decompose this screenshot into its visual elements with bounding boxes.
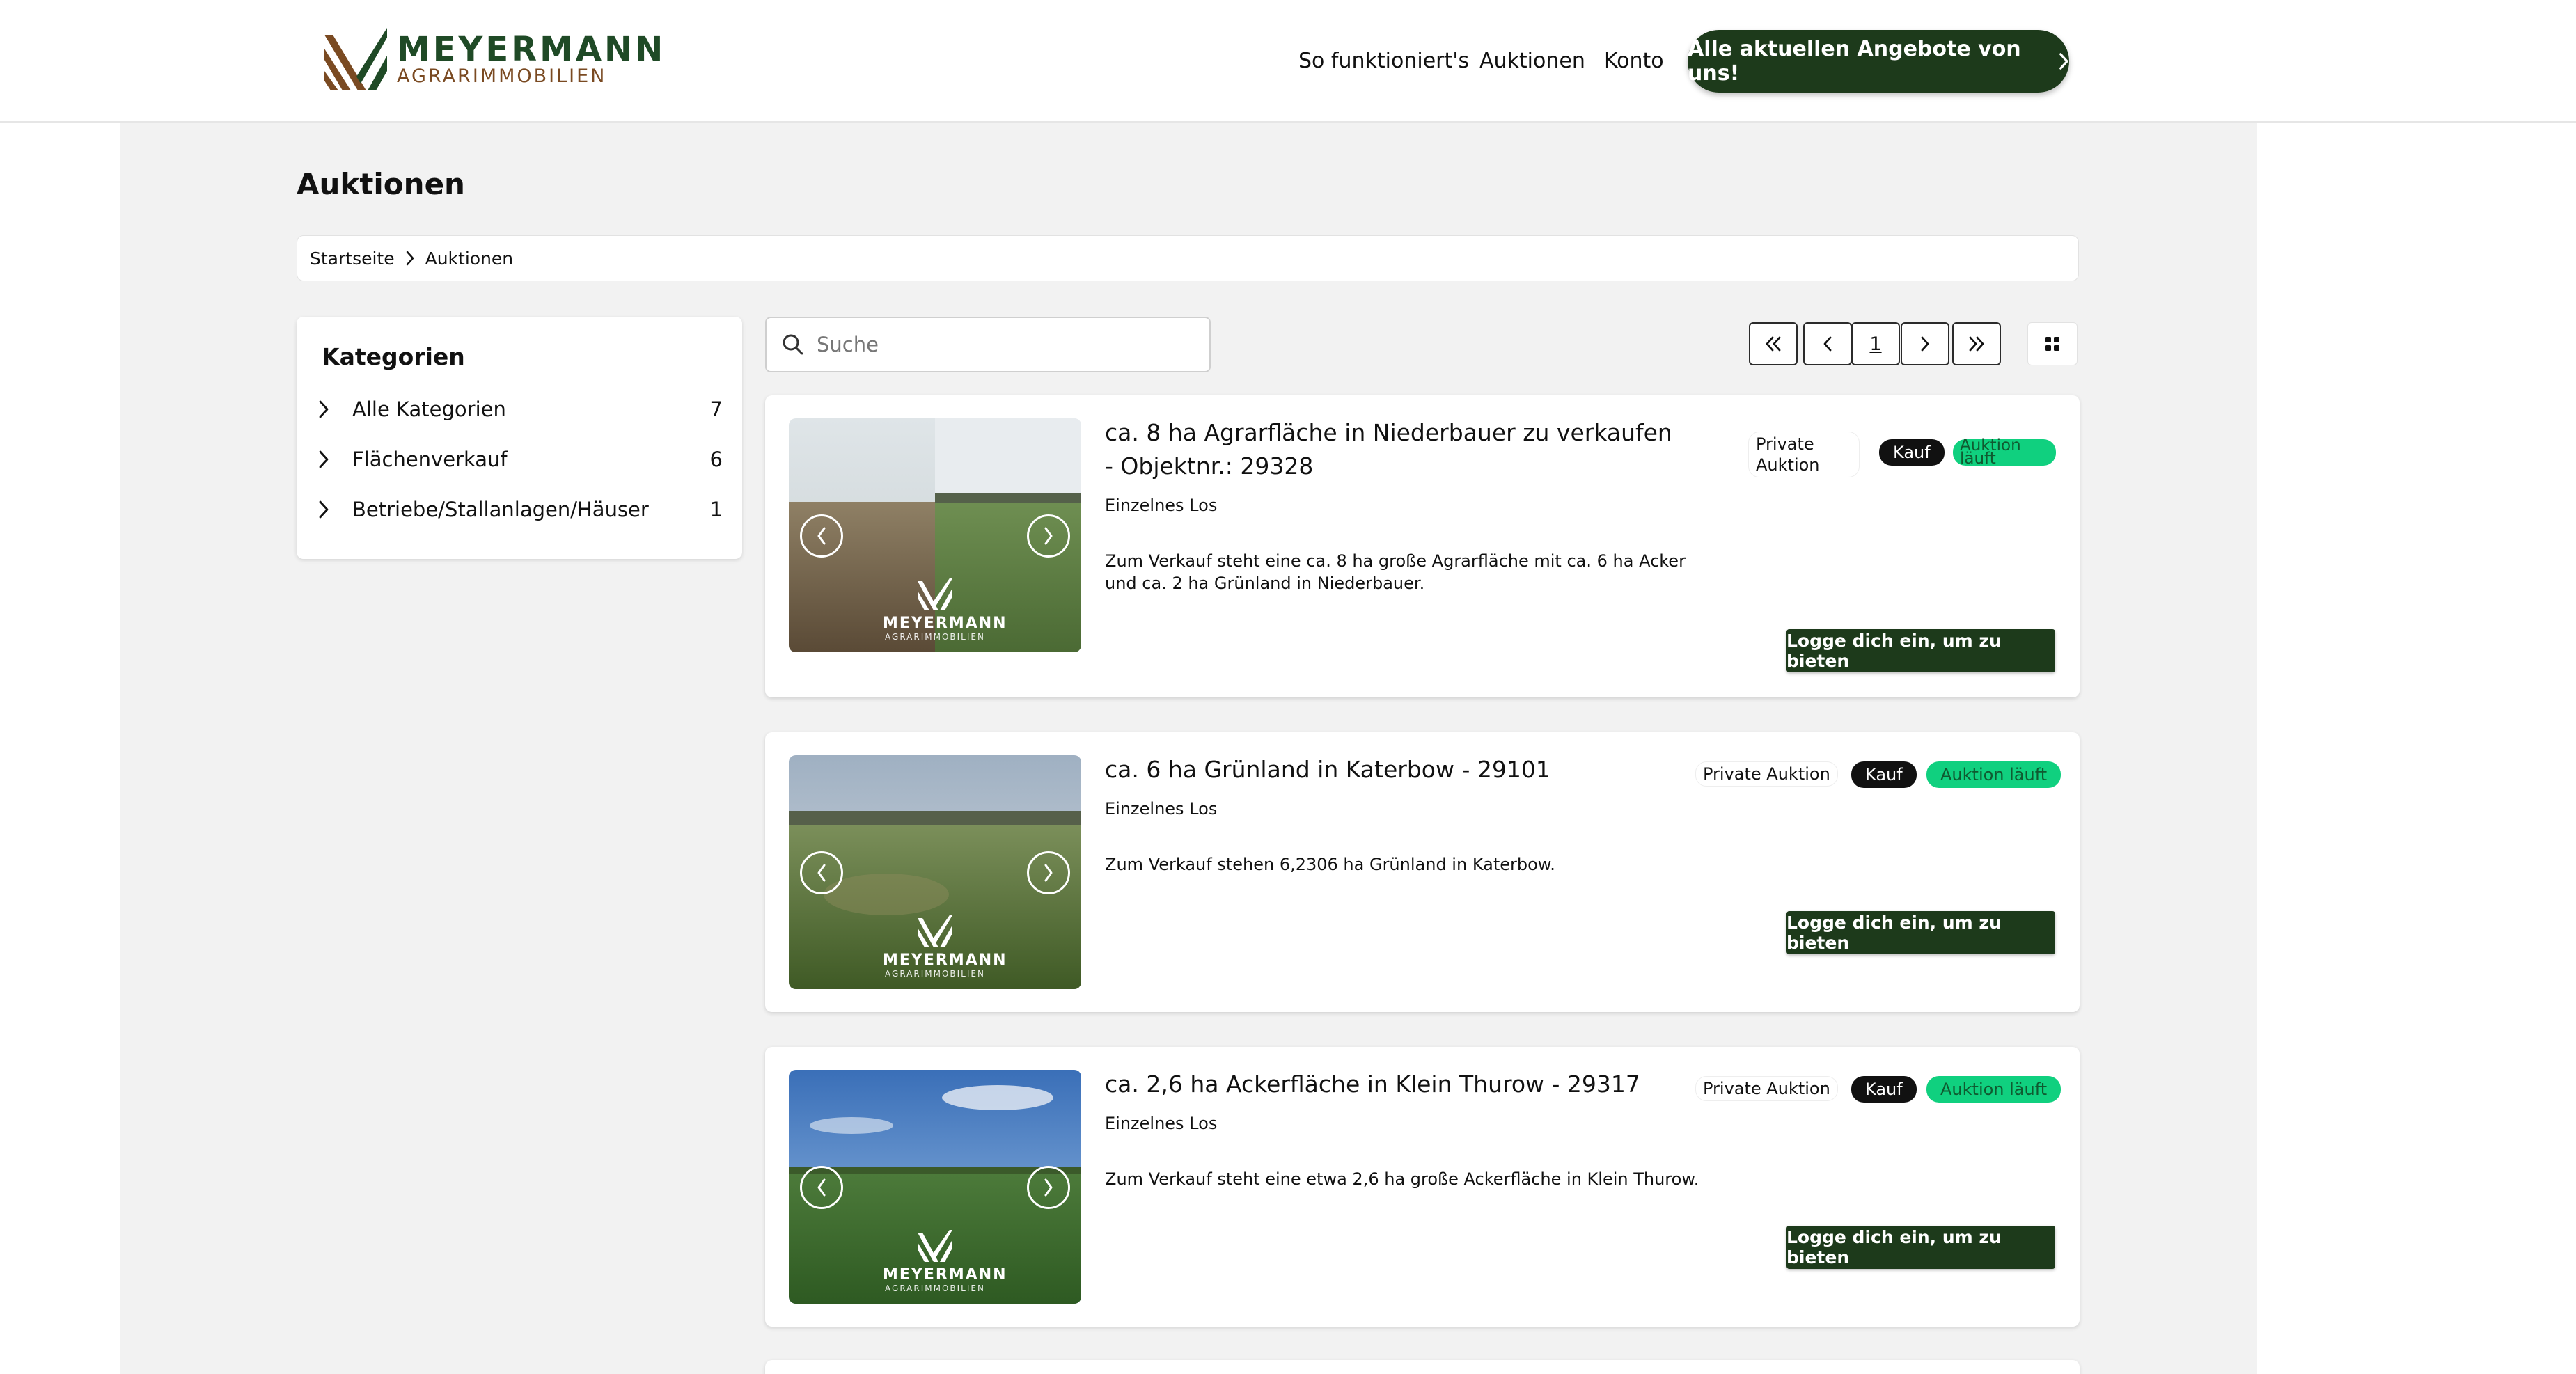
image-prev-button[interactable] — [800, 1166, 843, 1209]
category-label: Flächenverkauf — [352, 448, 508, 471]
brand-logo[interactable]: MEYERMANN AGRARIMMOBILIEN — [324, 28, 666, 90]
watermark-sub: AGRARIMMOBILIEN — [885, 632, 985, 642]
nav-how-it-works[interactable]: So funktioniert's — [1298, 49, 1469, 73]
watermark-name: MEYERMANN — [883, 951, 1007, 969]
listing-lot: Einzelnes Los — [1105, 799, 1218, 819]
breadcrumb: Startseite Auktionen — [297, 235, 2079, 281]
listing-lot: Einzelnes Los — [1105, 1114, 1218, 1133]
listing-card[interactable]: MEYERMANN AGRARIMMOBILIEN ca. 8 ha Agrar… — [765, 395, 2080, 697]
category-count: 6 — [709, 448, 723, 471]
sidebar-title: Kategorien — [322, 343, 465, 370]
image-prev-button[interactable] — [800, 851, 843, 894]
listing-card[interactable]: MEYERMANN AGRARIMMOBILIEN ca. 6 ha Grünl… — [765, 732, 2080, 1012]
login-to-bid-button[interactable]: Logge dich ein, um zu bieten — [1786, 911, 2055, 954]
listing-description: Zum Verkauf steht eine ca. 8 ha große Ag… — [1105, 551, 1686, 593]
all-offers-button[interactable]: Alle aktuellen Angebote von uns! — [1688, 30, 2069, 93]
logo-mark-icon — [918, 911, 952, 947]
chevron-right-icon — [1044, 527, 1053, 545]
badge-auction-running: Auktion läuft — [1926, 1076, 2061, 1103]
chevron-right-icon — [1921, 336, 1929, 352]
category-count: 7 — [709, 397, 723, 421]
nav-auctions[interactable]: Auktionen — [1479, 49, 1585, 73]
nav-account[interactable]: Konto — [1604, 49, 1664, 73]
search-input[interactable] — [817, 333, 1193, 356]
chevron-right-icon — [319, 500, 341, 519]
breadcrumb-home[interactable]: Startseite — [310, 248, 395, 269]
category-item-flaechenverkauf[interactable]: Flächenverkauf 6 — [319, 442, 723, 477]
chevron-left-icon — [817, 527, 826, 545]
listing-lot: Einzelnes Los — [1105, 496, 1218, 515]
badge-auction-running: Auktion läuft — [1953, 438, 2056, 467]
image-next-button[interactable] — [1027, 1166, 1070, 1209]
badge-purchase: Kauf — [1879, 439, 1945, 466]
chevron-left-icon — [1823, 336, 1832, 352]
chevron-right-icon — [406, 251, 414, 266]
pagination-next-button[interactable] — [1901, 322, 1949, 365]
badge-private-auction: Private Auktion — [1748, 432, 1860, 477]
logo-subtitle: AGRARIMMOBILIEN — [397, 65, 607, 87]
site-header: MEYERMANN AGRARIMMOBILIEN So funktionier… — [0, 0, 2576, 123]
listing-image[interactable]: MEYERMANN AGRARIMMOBILIEN — [789, 755, 1081, 989]
listing-card[interactable]: MEYERMANN AGRARIMMOBILIEN ca. 2,6 ha Ack… — [765, 1047, 2080, 1327]
logo-mark-icon — [918, 574, 952, 610]
image-watermark: MEYERMANN AGRARIMMOBILIEN — [883, 1226, 1007, 1293]
logo-title: MEYERMANN — [397, 30, 666, 69]
badge-auction-running: Auktion läuft — [1926, 761, 2061, 788]
listing-image[interactable]: MEYERMANN AGRARIMMOBILIEN — [789, 1070, 1081, 1304]
page-title: Auktionen — [297, 167, 465, 201]
listing-description: Zum Verkauf steht eine etwa 2,6 ha große… — [1105, 1169, 1699, 1189]
listing-image[interactable]: MEYERMANN AGRARIMMOBILIEN — [789, 418, 1081, 652]
category-label: Betriebe/Stallanlagen/Häuser — [352, 498, 649, 521]
image-next-button[interactable] — [1027, 851, 1070, 894]
search-box — [765, 317, 1211, 372]
chevron-right-icon — [1044, 864, 1053, 882]
image-watermark: MEYERMANN AGRARIMMOBILIEN — [883, 574, 1007, 642]
image-watermark: MEYERMANN AGRARIMMOBILIEN — [883, 911, 1007, 979]
chevron-right-icon — [1044, 1178, 1053, 1197]
search-icon — [783, 334, 803, 355]
pagination-prev-button[interactable] — [1803, 322, 1852, 365]
listing-title[interactable]: ca. 2,6 ha Ackerfläche in Klein Thurow -… — [1105, 1068, 1676, 1101]
chevron-right-icon — [319, 400, 341, 418]
category-sidebar: Kategorien Alle Kategorien 7 Flächenverk… — [297, 317, 742, 559]
double-chevron-left-icon — [1766, 336, 1781, 352]
pagination-last-button[interactable] — [1952, 322, 2001, 365]
badge-private-auction: Private Auktion — [1695, 761, 1838, 787]
double-chevron-right-icon — [1969, 336, 1984, 352]
pagination-page-current[interactable]: 1 — [1851, 322, 1900, 365]
grid-view-icon — [2045, 337, 2059, 351]
logo-mark-icon — [918, 1226, 952, 1262]
pagination-first-button[interactable] — [1749, 322, 1798, 365]
category-item-all[interactable]: Alle Kategorien 7 — [319, 392, 723, 427]
chevron-left-icon — [817, 864, 826, 882]
category-item-betriebe[interactable]: Betriebe/Stallanlagen/Häuser 1 — [319, 492, 723, 527]
listing-title[interactable]: ca. 8 ha Agrarfläche in Niederbauer zu v… — [1105, 416, 1676, 483]
logo-mark-icon — [324, 28, 387, 90]
chevron-right-icon — [2059, 53, 2068, 70]
chevron-right-icon — [319, 450, 341, 468]
badge-private-auction: Private Auktion — [1695, 1076, 1838, 1101]
chevron-left-icon — [817, 1178, 826, 1197]
watermark-name: MEYERMANN — [883, 1266, 1007, 1284]
category-label: Alle Kategorien — [352, 397, 506, 421]
image-next-button[interactable] — [1027, 514, 1070, 558]
listing-description: Zum Verkauf stehen 6,2306 ha Grünland in… — [1105, 855, 1555, 874]
breadcrumb-current: Auktionen — [425, 248, 514, 269]
login-to-bid-button[interactable]: Logge dich ein, um zu bieten — [1786, 1226, 2055, 1269]
badge-purchase: Kauf — [1851, 1076, 1917, 1103]
grid-view-button[interactable] — [2027, 322, 2078, 365]
category-count: 1 — [709, 498, 723, 521]
login-to-bid-button[interactable]: Logge dich ein, um zu bieten — [1786, 629, 2055, 672]
watermark-sub: AGRARIMMOBILIEN — [885, 1284, 985, 1293]
watermark-sub: AGRARIMMOBILIEN — [885, 969, 985, 979]
listing-card[interactable] — [765, 1360, 2080, 1374]
listing-title[interactable]: ca. 6 ha Grünland in Katerbow - 29101 — [1105, 753, 1676, 787]
all-offers-label: Alle aktuellen Angebote von uns! — [1688, 37, 2021, 86]
badge-purchase: Kauf — [1851, 761, 1917, 788]
watermark-name: MEYERMANN — [883, 615, 1007, 632]
image-prev-button[interactable] — [800, 514, 843, 558]
